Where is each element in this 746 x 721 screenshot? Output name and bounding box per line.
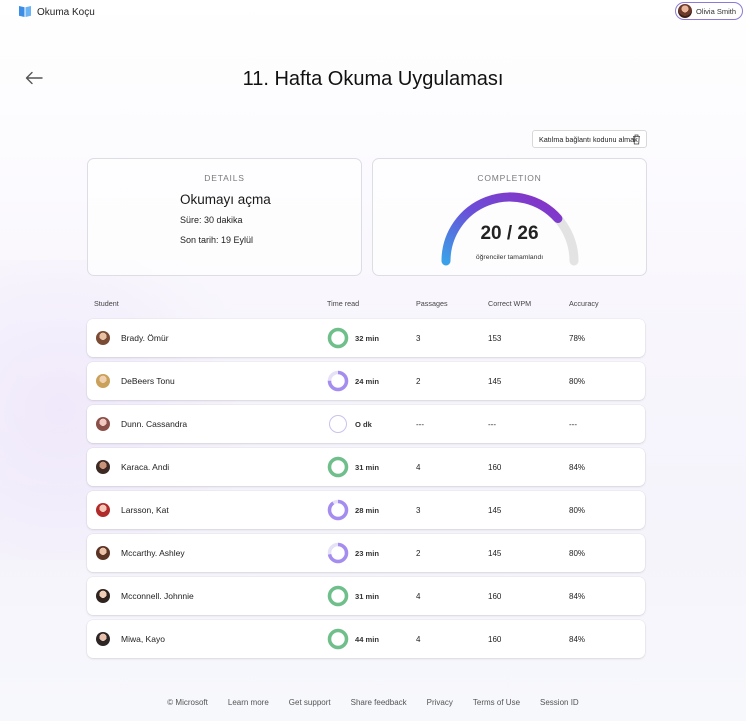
- trash-icon: [633, 134, 640, 145]
- progress-ring-icon: [327, 327, 349, 349]
- table-row[interactable]: Karaca. Andi 31 min 4 160 84%: [87, 448, 645, 486]
- correct-wpm: ---: [488, 420, 496, 429]
- footer: © Microsoft Learn more Get support Share fe…: [0, 698, 746, 707]
- avatar: [96, 460, 110, 474]
- passages-count: 4: [416, 635, 421, 644]
- correct-wpm: 145: [488, 377, 502, 386]
- avatar: [96, 503, 110, 517]
- student-name[interactable]: Karaca. Andi: [121, 462, 169, 472]
- student-name[interactable]: Larsson, Kat: [121, 505, 169, 515]
- progress-ring-icon: [327, 542, 349, 564]
- completion-card: COMPLETION 20 / 26 öğrenciler tamamlandı: [372, 158, 647, 276]
- correct-wpm: 160: [488, 592, 502, 601]
- correct-wpm: 153: [488, 334, 502, 343]
- accuracy: 80%: [569, 549, 586, 558]
- completion-caption: öğrenciler tamamlandı: [475, 254, 544, 261]
- accuracy: 80%: [569, 377, 586, 386]
- progress-ring-icon: [327, 499, 349, 521]
- table-header: Student Time read Passages Correct WPM A…: [87, 290, 645, 316]
- student-name[interactable]: Miwa, Kayo: [121, 634, 165, 644]
- student-name[interactable]: DeBeers Tonu: [121, 376, 175, 386]
- avatar: [96, 374, 110, 388]
- details-label: DETAILS: [204, 173, 245, 183]
- user-name: Olivia Smith: [695, 6, 736, 16]
- footer-link[interactable]: Session ID: [540, 698, 579, 707]
- correct-wpm: 145: [488, 549, 502, 558]
- header-student[interactable]: Student: [94, 299, 119, 308]
- passages-count: 4: [416, 592, 421, 601]
- accuracy: 84%: [569, 592, 586, 601]
- footer-link[interactable]: Get support: [289, 698, 331, 707]
- progress-ring-icon: [327, 370, 349, 392]
- copy-join-code-label: Katılma bağlantı kodunu almak: [539, 134, 638, 144]
- app-title: Okuma Koçu: [37, 7, 95, 18]
- student-name[interactable]: Mcconnell. Johnnie: [121, 591, 194, 601]
- footer-link[interactable]: Privacy: [427, 698, 453, 707]
- page-title: 11. Hafta Okuma Uygulaması: [242, 68, 504, 90]
- accuracy: 84%: [569, 463, 586, 472]
- footer-link[interactable]: Learn more: [228, 698, 269, 707]
- details-duration: Süre: 30 dakika: [180, 215, 243, 225]
- progress-ring-icon: [329, 415, 347, 433]
- table-row[interactable]: Miwa, Kayo 44 min 4 160 84%: [87, 620, 645, 658]
- accuracy: 84%: [569, 635, 586, 644]
- top-bar: Okuma Koçu Olivia Smith: [0, 0, 746, 26]
- student-name[interactable]: Dunn. Cassandra: [121, 419, 187, 429]
- header-accuracy[interactable]: Accuracy: [569, 299, 599, 308]
- completion-label: COMPLETION: [477, 173, 542, 183]
- user-account-button[interactable]: Olivia Smith: [674, 2, 743, 20]
- time-read: 24 min: [355, 377, 380, 386]
- table-row[interactable]: Mcconnell. Johnnie 31 min 4 160 84%: [87, 577, 645, 615]
- progress-ring-icon: [327, 585, 349, 607]
- time-read: 44 min: [355, 635, 380, 644]
- correct-wpm: 160: [488, 635, 502, 644]
- passages-count: ---: [416, 420, 424, 429]
- table-row[interactable]: Larsson, Kat 28 min 3 145 80%: [87, 491, 645, 529]
- time-read: 28 min: [355, 506, 380, 515]
- time-read: 23 min: [355, 549, 380, 558]
- header-correct-wpm[interactable]: Correct WPM: [488, 299, 531, 308]
- accuracy: 78%: [569, 334, 586, 343]
- footer-link[interactable]: Terms of Use: [473, 698, 520, 707]
- avatar: [96, 546, 110, 560]
- table-row[interactable]: Mccarthy. Ashley 23 min 2 145 80%: [87, 534, 645, 572]
- footer-link[interactable]: Share feedback: [351, 698, 407, 707]
- passages-count: 3: [416, 506, 421, 515]
- progress-ring-icon: [327, 628, 349, 650]
- correct-wpm: 145: [488, 506, 502, 515]
- table-row[interactable]: DeBeers Tonu 24 min 2 145 80%: [87, 362, 645, 400]
- passages-count: 2: [416, 377, 421, 386]
- details-title: Okumayı açma: [180, 192, 271, 207]
- progress-ring-icon: [327, 456, 349, 478]
- student-name[interactable]: Mccarthy. Ashley: [121, 548, 185, 558]
- student-name[interactable]: Brady. Ömür: [121, 333, 169, 343]
- copy-join-code-button[interactable]: Katılma bağlantı kodunu almak: [532, 130, 647, 148]
- time-read: 32 min: [355, 334, 380, 343]
- table-row[interactable]: Brady. Ömür 32 min 3 153 78%: [87, 319, 645, 357]
- avatar: [96, 417, 110, 431]
- avatar: [96, 632, 110, 646]
- details-card: DETAILS Okumayı açma Süre: 30 dakika Son…: [87, 158, 362, 276]
- footer-link[interactable]: © Microsoft: [167, 698, 208, 707]
- time-read: 31 min: [355, 463, 380, 472]
- time-read: O dk: [355, 420, 372, 429]
- time-read: 31 min: [355, 592, 380, 601]
- header-time-read[interactable]: Time read: [327, 299, 359, 308]
- details-due-date: Son tarih: 19 Eylül: [180, 235, 254, 245]
- accuracy: ---: [569, 420, 577, 429]
- completion-value: 20 / 26: [480, 223, 539, 244]
- table-row[interactable]: Dunn. Cassandra O dk --- --- ---: [87, 405, 645, 443]
- avatar: [96, 589, 110, 603]
- header-passages[interactable]: Passages: [416, 299, 448, 308]
- passages-count: 2: [416, 549, 421, 558]
- avatar: [96, 331, 110, 345]
- book-logo-icon: [19, 6, 31, 17]
- accuracy: 80%: [569, 506, 586, 515]
- passages-count: 4: [416, 463, 421, 472]
- correct-wpm: 160: [488, 463, 502, 472]
- avatar: [677, 4, 692, 18]
- passages-count: 3: [416, 334, 421, 343]
